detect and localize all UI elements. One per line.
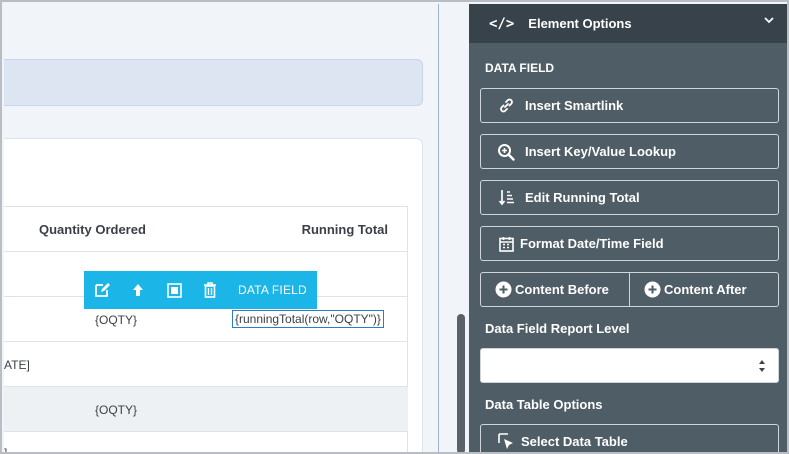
chevron-down-icon[interactable] [763, 14, 775, 26]
insert-lookup-button[interactable]: Insert Key/Value Lookup [480, 134, 779, 169]
content-after-label: Content After [664, 282, 747, 297]
code-icon: </> [489, 15, 515, 32]
panel-header[interactable]: </> Element Options [469, 4, 787, 43]
arrow-up-icon [133, 284, 143, 296]
report-editor: Quantity Ordered Running Total {OQTY} AT… [4, 4, 438, 452]
app-frame: Quantity Ordered Running Total {OQTY} AT… [0, 0, 789, 454]
edit-running-total-button[interactable]: Edit Running Total [480, 180, 779, 215]
move-up-button[interactable] [120, 271, 156, 309]
table-header-row: Quantity Ordered Running Total [4, 206, 408, 251]
field-clipped[interactable]: ] [4, 446, 7, 452]
plus-circle-icon [495, 281, 512, 298]
qty-field[interactable]: {OQTY} [95, 403, 137, 417]
calendar-icon [498, 236, 514, 252]
element-options-panel: </> Element Options DATA FIELD Insert Sm… [469, 4, 787, 452]
table-row[interactable]: ] [4, 431, 408, 452]
scrollbar-thumb[interactable] [457, 314, 465, 452]
plus-circle-icon [644, 281, 661, 298]
cursor-select-icon [497, 433, 513, 449]
format-date-button[interactable]: Format Date/Time Field [480, 226, 779, 261]
select-parent-button[interactable] [156, 271, 192, 309]
toolbar-element-type: DATA FIELD [238, 283, 307, 297]
section-data-field: DATA FIELD [485, 61, 555, 75]
insert-smartlink-button[interactable]: Insert Smartlink [480, 88, 779, 123]
report-level-select[interactable] [480, 348, 779, 383]
header-running-total: Running Total [301, 222, 388, 237]
report-level-label: Data Field Report Level [485, 321, 630, 336]
content-after-button[interactable]: Content After [629, 273, 778, 306]
select-arrows-icon [759, 360, 765, 372]
insert-smartlink-label: Insert Smartlink [525, 98, 624, 113]
select-data-table-label: Select Data Table [521, 434, 628, 449]
link-icon [499, 98, 513, 113]
format-date-label: Format Date/Time Field [520, 236, 664, 251]
qty-field[interactable]: {OQTY} [95, 313, 137, 327]
square-select-icon [166, 282, 182, 298]
data-table[interactable]: Quantity Ordered Running Total {OQTY} AT… [4, 206, 408, 452]
panel-title: Element Options [528, 16, 632, 31]
edit-icon [95, 283, 110, 297]
header-quantity-ordered: Quantity Ordered [39, 222, 146, 237]
date-field-clipped[interactable]: ATE] [4, 358, 30, 372]
delete-button[interactable] [192, 271, 228, 309]
trash-icon [204, 282, 216, 298]
content-button-group: Content Before Content After [480, 272, 779, 307]
table-options-label: Data Table Options [485, 397, 603, 412]
sort-amount-icon [498, 190, 514, 206]
table-row[interactable]: ATE] [4, 341, 408, 386]
content-before-button[interactable]: Content Before [481, 273, 629, 306]
running-total-field-selected[interactable]: {runningTotal(row,"OQTY")} [232, 310, 384, 328]
table-row[interactable]: {OQTY} [4, 386, 408, 431]
edit-running-total-label: Edit Running Total [525, 190, 640, 205]
content-before-label: Content Before [515, 282, 609, 297]
zoom-in-icon [498, 143, 515, 161]
running-total-expression: {runningTotal(row,"OQTY")} [235, 312, 381, 326]
edit-button[interactable] [84, 271, 120, 309]
select-data-table-button[interactable]: Select Data Table [480, 424, 779, 452]
element-toolbar: DATA FIELD [84, 271, 317, 309]
header-band[interactable] [4, 59, 423, 106]
insert-lookup-label: Insert Key/Value Lookup [525, 144, 676, 159]
